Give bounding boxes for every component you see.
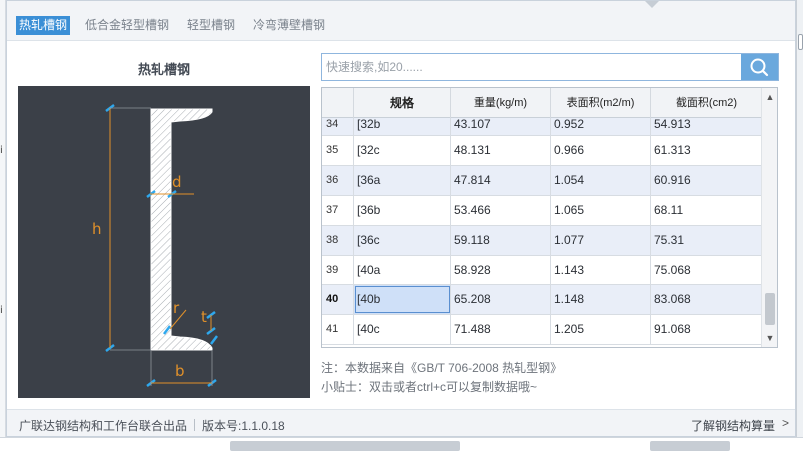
tab-bar: 热轧槽钢 低合金轻型槽钢 轻型槽钢 冷弯薄壁槽钢 — [7, 1, 795, 41]
scroll-down-arrow-icon[interactable]: ▼ — [764, 331, 776, 345]
cell-spec[interactable]: [32b — [354, 118, 451, 135]
learn-more-link[interactable]: 了解钢结构算量 — [691, 417, 775, 434]
background-scroll-nub — [798, 34, 803, 50]
cell-weight[interactable]: 58.928 — [451, 255, 551, 285]
cell-surface-area[interactable]: 1.077 — [551, 225, 651, 255]
channel-section-svg: d h r t b — [92, 104, 218, 387]
tab-light-channel[interactable]: 轻型槽钢 — [184, 16, 238, 35]
cell-section-area[interactable]: 68.11 — [651, 196, 762, 225]
table-row-selected[interactable]: 40 [40b 65.208 1.148 83.068 — [322, 285, 762, 316]
cell-index: 39 — [322, 255, 354, 285]
publisher-text: 广联达钢结构和工作台联合出品 — [19, 419, 188, 433]
cell-index: 37 — [322, 195, 354, 225]
channel-section-diagram: d h r t b — [18, 86, 310, 398]
table-row[interactable]: 39 [40a 58.928 1.143 75.068 — [322, 255, 762, 286]
search-icon — [750, 58, 769, 77]
notes-area: 注：本数据来自《GB/T 706-2008 热轧型钢》 小贴士：双击或者ctrl… — [321, 359, 562, 397]
footer-bar: 广联达钢结构和工作台联合出品 版本号:1.1.0.18 了解钢结构算量 > — [7, 409, 795, 436]
cell-index: 36 — [322, 165, 354, 195]
tab-list: 热轧槽钢 低合金轻型槽钢 轻型槽钢 冷弯薄壁槽钢 — [16, 16, 340, 35]
table-header: 规格 重量(kg/m) 表面积(m2/m) 截面积(cm2) — [322, 88, 762, 118]
background-glyph: i — [0, 305, 3, 316]
background-glyph: i — [0, 145, 3, 156]
dimension-label-r: r — [173, 299, 180, 317]
section-title: 热轧槽钢 — [137, 62, 190, 77]
table-row[interactable]: 37 [36b 53.466 1.065 68.11 — [322, 195, 762, 226]
background-blurred-text — [230, 441, 460, 451]
cell-weight[interactable]: 71.488 — [451, 315, 551, 345]
dimension-label-b: b — [175, 362, 185, 380]
search-button[interactable] — [741, 54, 778, 80]
cell-section-area[interactable]: 91.068 — [651, 315, 762, 344]
cell-weight[interactable]: 43.107 — [451, 118, 551, 135]
steel-channel-popup: 热轧槽钢 低合金轻型槽钢 轻型槽钢 冷弯薄壁槽钢 热轧槽钢 d h r t b … — [6, 0, 796, 437]
cell-section-area[interactable]: 75.068 — [651, 256, 762, 285]
cell-surface-area[interactable]: 1.054 — [551, 165, 651, 195]
tab-hot-rolled-channel[interactable]: 热轧槽钢 — [16, 16, 71, 35]
cell-index: 34 — [322, 118, 354, 135]
cell-section-area[interactable]: 83.068 — [651, 285, 762, 314]
cell-surface-area[interactable]: 1.143 — [551, 255, 651, 285]
tab-low-alloy-light-channel[interactable]: 低合金轻型槽钢 — [82, 16, 172, 35]
background-window-bottom-strip — [0, 437, 803, 454]
table-body: 34 [32b 43.107 0.952 54.913 35 [32c 48.1… — [322, 118, 762, 346]
table-row[interactable]: 41 [40c 71.488 1.205 91.068 — [322, 315, 762, 346]
cell-index: 38 — [322, 225, 354, 255]
table-row[interactable]: 38 [36c 59.118 1.077 75.31 — [322, 225, 762, 256]
cell-section-area[interactable]: 60.916 — [651, 166, 762, 195]
header-surface-area[interactable]: 表面积(m2/m) — [551, 88, 651, 118]
cell-spec[interactable]: [36c — [354, 225, 451, 255]
cell-section-area[interactable]: 75.31 — [651, 226, 762, 255]
data-source-note: 注：本数据来自《GB/T 706-2008 热轧型钢》 — [321, 361, 563, 375]
cell-spec[interactable]: [36a — [354, 165, 451, 195]
cell-surface-area[interactable]: 0.966 — [551, 136, 651, 165]
dimension-label-t: t — [201, 308, 207, 326]
cell-spec[interactable]: [40c — [354, 315, 451, 345]
background-window-right-edge — [796, 0, 803, 454]
cell-weight[interactable]: 59.118 — [451, 225, 551, 255]
cell-index: 40 — [322, 285, 354, 315]
dimension-label-d: d — [172, 173, 182, 191]
header-spec[interactable]: 规格 — [354, 88, 451, 118]
cell-spec[interactable]: [36b — [354, 195, 451, 225]
header-weight[interactable]: 重量(kg/m) — [451, 88, 551, 118]
table-row[interactable]: 36 [36a 47.814 1.054 60.916 — [322, 165, 762, 196]
cell-surface-area[interactable]: 1.205 — [551, 315, 651, 345]
cell-surface-area[interactable]: 1.148 — [551, 285, 651, 315]
cell-spec[interactable]: [40a — [354, 255, 451, 285]
cell-weight[interactable]: 53.466 — [451, 195, 551, 225]
header-section-area[interactable]: 截面积(cm2) — [651, 88, 762, 118]
spec-table: 规格 重量(kg/m) 表面积(m2/m) 截面积(cm2) 34 [32b 4… — [321, 87, 778, 348]
dimension-label-h: h — [92, 220, 102, 238]
header-index — [322, 88, 354, 118]
copy-tip-note: 小贴士：双击或者ctrl+c可以复制数据哦~ — [321, 380, 538, 394]
cell-surface-area[interactable]: 0.952 — [551, 118, 651, 135]
search-input[interactable] — [322, 54, 742, 80]
scroll-up-arrow-icon[interactable]: ▲ — [764, 90, 776, 104]
tab-cold-formed-thin-channel[interactable]: 冷弯薄壁槽钢 — [250, 16, 328, 35]
table-row[interactable]: 34 [32b 43.107 0.952 54.913 — [322, 118, 762, 136]
cell-section-area[interactable]: 54.913 — [651, 118, 762, 135]
footer-info: 广联达钢结构和工作台联合出品 版本号:1.1.0.18 — [19, 417, 285, 434]
table-row[interactable]: 35 [32c 48.131 0.966 61.313 — [322, 136, 762, 166]
screen: i i 热轧槽钢 低合金轻型槽钢 轻型槽钢 冷弯薄壁槽钢 热轧槽钢 d h r … — [0, 0, 803, 454]
cell-spec-selected[interactable]: [40b — [354, 285, 451, 315]
footer-divider — [194, 419, 196, 431]
popup-pointer-caret — [645, 1, 659, 8]
scrollbar-thumb[interactable] — [765, 293, 775, 325]
cell-index: 41 — [322, 315, 354, 345]
cell-weight[interactable]: 47.814 — [451, 165, 551, 195]
cell-section-area[interactable]: 61.313 — [651, 136, 762, 165]
cell-weight[interactable]: 48.131 — [451, 136, 551, 165]
cell-surface-area[interactable]: 1.065 — [551, 195, 651, 225]
version-text: 版本号:1.1.0.18 — [202, 419, 285, 433]
search-box — [321, 53, 779, 81]
background-blurred-text — [650, 441, 730, 451]
cell-index: 35 — [322, 136, 354, 165]
cell-weight[interactable]: 65.208 — [451, 285, 551, 315]
table-scrollbar[interactable]: ▲ ▼ — [761, 88, 777, 347]
chevron-right-icon[interactable]: > — [782, 416, 789, 430]
cell-spec[interactable]: [32c — [354, 136, 451, 165]
